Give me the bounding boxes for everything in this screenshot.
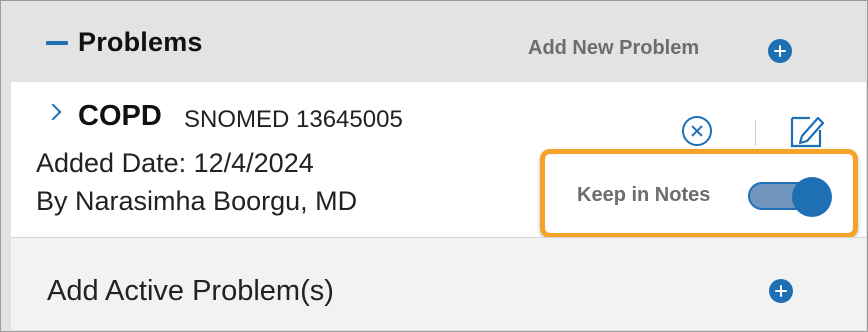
problem-name[interactable]: COPD — [78, 100, 162, 133]
keep-in-notes-toggle[interactable] — [746, 177, 836, 217]
remove-circle-icon[interactable] — [682, 116, 712, 146]
added-by: By Narasimha Boorgu, MD — [36, 186, 358, 216]
added-date: Added Date: 12/4/2024 — [36, 148, 314, 178]
problem-code: SNOMED 13645005 — [184, 106, 403, 133]
add-active-problems-label: Add Active Problem(s) — [47, 275, 334, 307]
add-circle-icon[interactable] — [768, 39, 792, 63]
keep-in-notes-highlight: Keep in Notes — [540, 149, 858, 238]
collapse-icon[interactable] — [46, 41, 68, 45]
add-new-problem-button[interactable]: Add New Problem — [528, 37, 699, 60]
toggle-knob — [792, 177, 832, 217]
chevron-right-icon[interactable] — [44, 103, 62, 121]
edit-icon[interactable] — [788, 112, 826, 150]
add-active-problems-row[interactable]: Add Active Problem(s) — [11, 238, 866, 330]
add-circle-icon[interactable] — [769, 279, 793, 303]
divider — [755, 120, 756, 146]
keep-in-notes-label: Keep in Notes — [577, 184, 711, 206]
section-title: Problems — [78, 27, 203, 57]
problems-header: Problems Add New Problem — [1, 1, 867, 81]
